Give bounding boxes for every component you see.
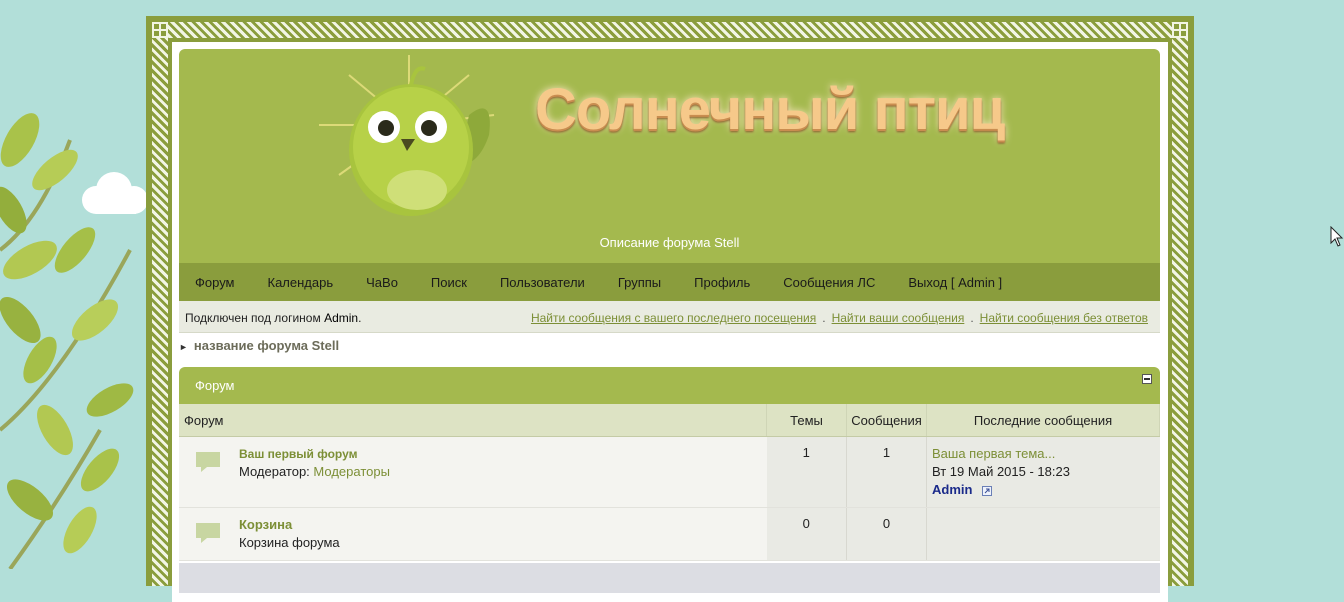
forum-info: Корзина Корзина форума — [239, 516, 767, 552]
user-info-bar: Подключен под логином Admin. Найти сообщ… — [179, 301, 1160, 333]
nav-search[interactable]: Поиск — [431, 275, 467, 290]
category-footer — [179, 563, 1160, 593]
mouse-cursor-icon — [1330, 226, 1344, 247]
column-last-posts: Последние сообщения — [926, 404, 1160, 437]
forum-cell: Корзина Корзина форума — [179, 507, 767, 561]
last-post-cell: Ваша первая тема... Вт 19 Май 2015 - 18:… — [926, 436, 1160, 508]
rope-border-top — [152, 22, 1188, 38]
nav-groups[interactable]: Группы — [618, 275, 661, 290]
frame-corner-right — [1172, 22, 1188, 38]
rope-border-right — [1172, 22, 1188, 586]
table-header-row: Форум Темы Сообщения Последние сообщения — [179, 404, 1160, 437]
topics-count: 1 — [766, 436, 847, 508]
nav-forum[interactable]: Форум — [195, 275, 235, 290]
link-separator: . — [822, 311, 826, 325]
topics-count: 0 — [766, 507, 847, 561]
category-header: Форум — [179, 367, 1160, 404]
breadcrumb-arrow-icon: ► — [179, 342, 188, 352]
forum-moderators: Модератор: Модераторы — [239, 463, 767, 481]
last-post-cell — [926, 507, 1160, 561]
cloud-decoration — [82, 172, 148, 214]
last-post-user-link[interactable]: Admin — [932, 482, 972, 497]
forum-content: Солнечный птиц Описание форума Stell Фор… — [172, 42, 1168, 602]
forum-description-text: Корзина форума — [239, 535, 340, 550]
quick-search-links: Найти сообщения с вашего последнего посе… — [531, 311, 1148, 325]
main-navbar: Форум Календарь ЧаВо Поиск Пользователи … — [179, 263, 1160, 301]
nav-logout[interactable]: Выход [ Admin ] — [908, 275, 1002, 290]
forum-name-link[interactable]: Корзина — [239, 516, 767, 534]
nav-faq[interactable]: ЧаВо — [366, 275, 398, 290]
last-topic-link[interactable]: Ваша первая тема... — [932, 445, 1155, 463]
forum-info: Ваш первый форум Модератор: Модераторы — [239, 445, 767, 481]
column-posts: Сообщения — [846, 404, 927, 437]
forum-banner: Солнечный птиц Описание форума Stell — [179, 49, 1160, 263]
bird-logo-icon[interactable] — [319, 55, 499, 220]
posts-count: 0 — [846, 507, 927, 561]
forum-description: Описание форума Stell — [599, 235, 740, 250]
moderators-link[interactable]: Модераторы — [313, 464, 390, 479]
logged-username: Admin — [324, 311, 359, 325]
moderator-label: Модератор: — [239, 464, 310, 479]
nav-calendar[interactable]: Календарь — [268, 275, 334, 290]
posts-count: 1 — [846, 436, 927, 508]
link-separator: . — [970, 311, 974, 325]
nav-private-messages[interactable]: Сообщения ЛС — [783, 275, 875, 290]
logged-in-status: Подключен под логином Admin. — [185, 311, 361, 325]
rope-border-left — [152, 22, 168, 586]
speech-bubble-icon — [196, 523, 220, 543]
link-unanswered-posts[interactable]: Найти сообщения без ответов — [980, 311, 1148, 325]
forum-name-link[interactable]: Ваш первый форум — [239, 445, 767, 463]
nav-profile[interactable]: Профиль — [694, 275, 750, 290]
link-new-since-last-visit[interactable]: Найти сообщения с вашего последнего посе… — [531, 311, 816, 325]
table-row: Ваш первый форум Модератор: Модераторы 1… — [179, 436, 1160, 508]
forum-cell: Ваш первый форум Модератор: Модераторы — [179, 436, 767, 508]
link-your-posts[interactable]: Найти ваши сообщения — [832, 311, 965, 325]
forum-table: Форум Темы Сообщения Последние сообщения… — [179, 404, 1160, 561]
column-forum: Форум — [179, 404, 767, 437]
go-to-last-post-icon[interactable] — [982, 485, 993, 496]
breadcrumb-forum-name[interactable]: название форума Stell — [194, 338, 339, 353]
breadcrumb: ► название форума Stell — [179, 338, 339, 358]
last-post-date: Вт 19 Май 2015 - 18:23 — [932, 464, 1070, 479]
logged-suffix: . — [358, 311, 362, 325]
forum-logo-text[interactable]: Солнечный птиц — [535, 75, 1005, 145]
frame-corner-left — [152, 22, 168, 38]
nav-users[interactable]: Пользователи — [500, 275, 585, 290]
logged-prefix: Подключен под логином — [185, 311, 321, 325]
column-topics: Темы — [766, 404, 847, 437]
table-row: Корзина Корзина форума 0 0 — [179, 507, 1160, 561]
forum-frame: Солнечный птиц Описание форума Stell Фор… — [146, 16, 1194, 602]
collapse-icon[interactable] — [1142, 374, 1152, 384]
speech-bubble-icon — [196, 452, 220, 472]
category-title[interactable]: Форум — [195, 378, 235, 393]
